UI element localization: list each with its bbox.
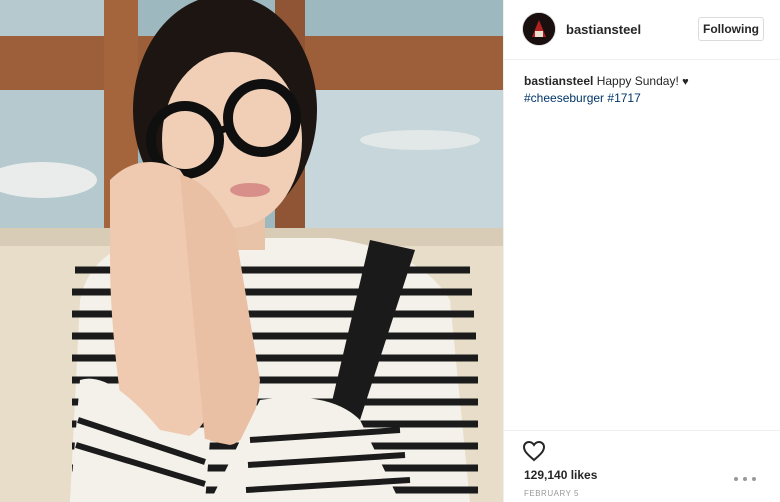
post-header: bastiansteel Following <box>504 0 780 60</box>
heart-outline-icon[interactable] <box>522 440 546 462</box>
more-options-icon[interactable] <box>726 472 766 486</box>
post-caption: bastiansteel Happy Sunday! ♥ #cheeseburg… <box>524 73 764 106</box>
more-dot <box>752 477 756 481</box>
caption-text: Happy Sunday! <box>596 74 679 88</box>
post-sidebar: bastiansteel Following bastiansteel Happ… <box>503 0 780 502</box>
username-link[interactable]: bastiansteel <box>566 22 641 37</box>
heart-emoji-icon: ♥ <box>682 76 689 88</box>
avatar-image <box>523 13 555 45</box>
hashtag-link[interactable]: #cheeseburger <box>524 91 604 105</box>
photo-illustration <box>0 0 503 502</box>
caption-username[interactable]: bastiansteel <box>524 74 593 88</box>
post-actions <box>504 430 780 462</box>
likes-count[interactable]: 129,140 likes <box>524 468 597 482</box>
more-dot <box>743 477 747 481</box>
following-button[interactable]: Following <box>698 17 764 41</box>
instagram-post: bastiansteel Following bastiansteel Happ… <box>0 0 780 502</box>
post-date[interactable]: FEBRUARY 5 <box>524 489 579 498</box>
hashtag-link[interactable]: #1717 <box>607 91 640 105</box>
post-photo[interactable] <box>0 0 503 502</box>
avatar[interactable] <box>522 12 556 46</box>
more-dot <box>734 477 738 481</box>
